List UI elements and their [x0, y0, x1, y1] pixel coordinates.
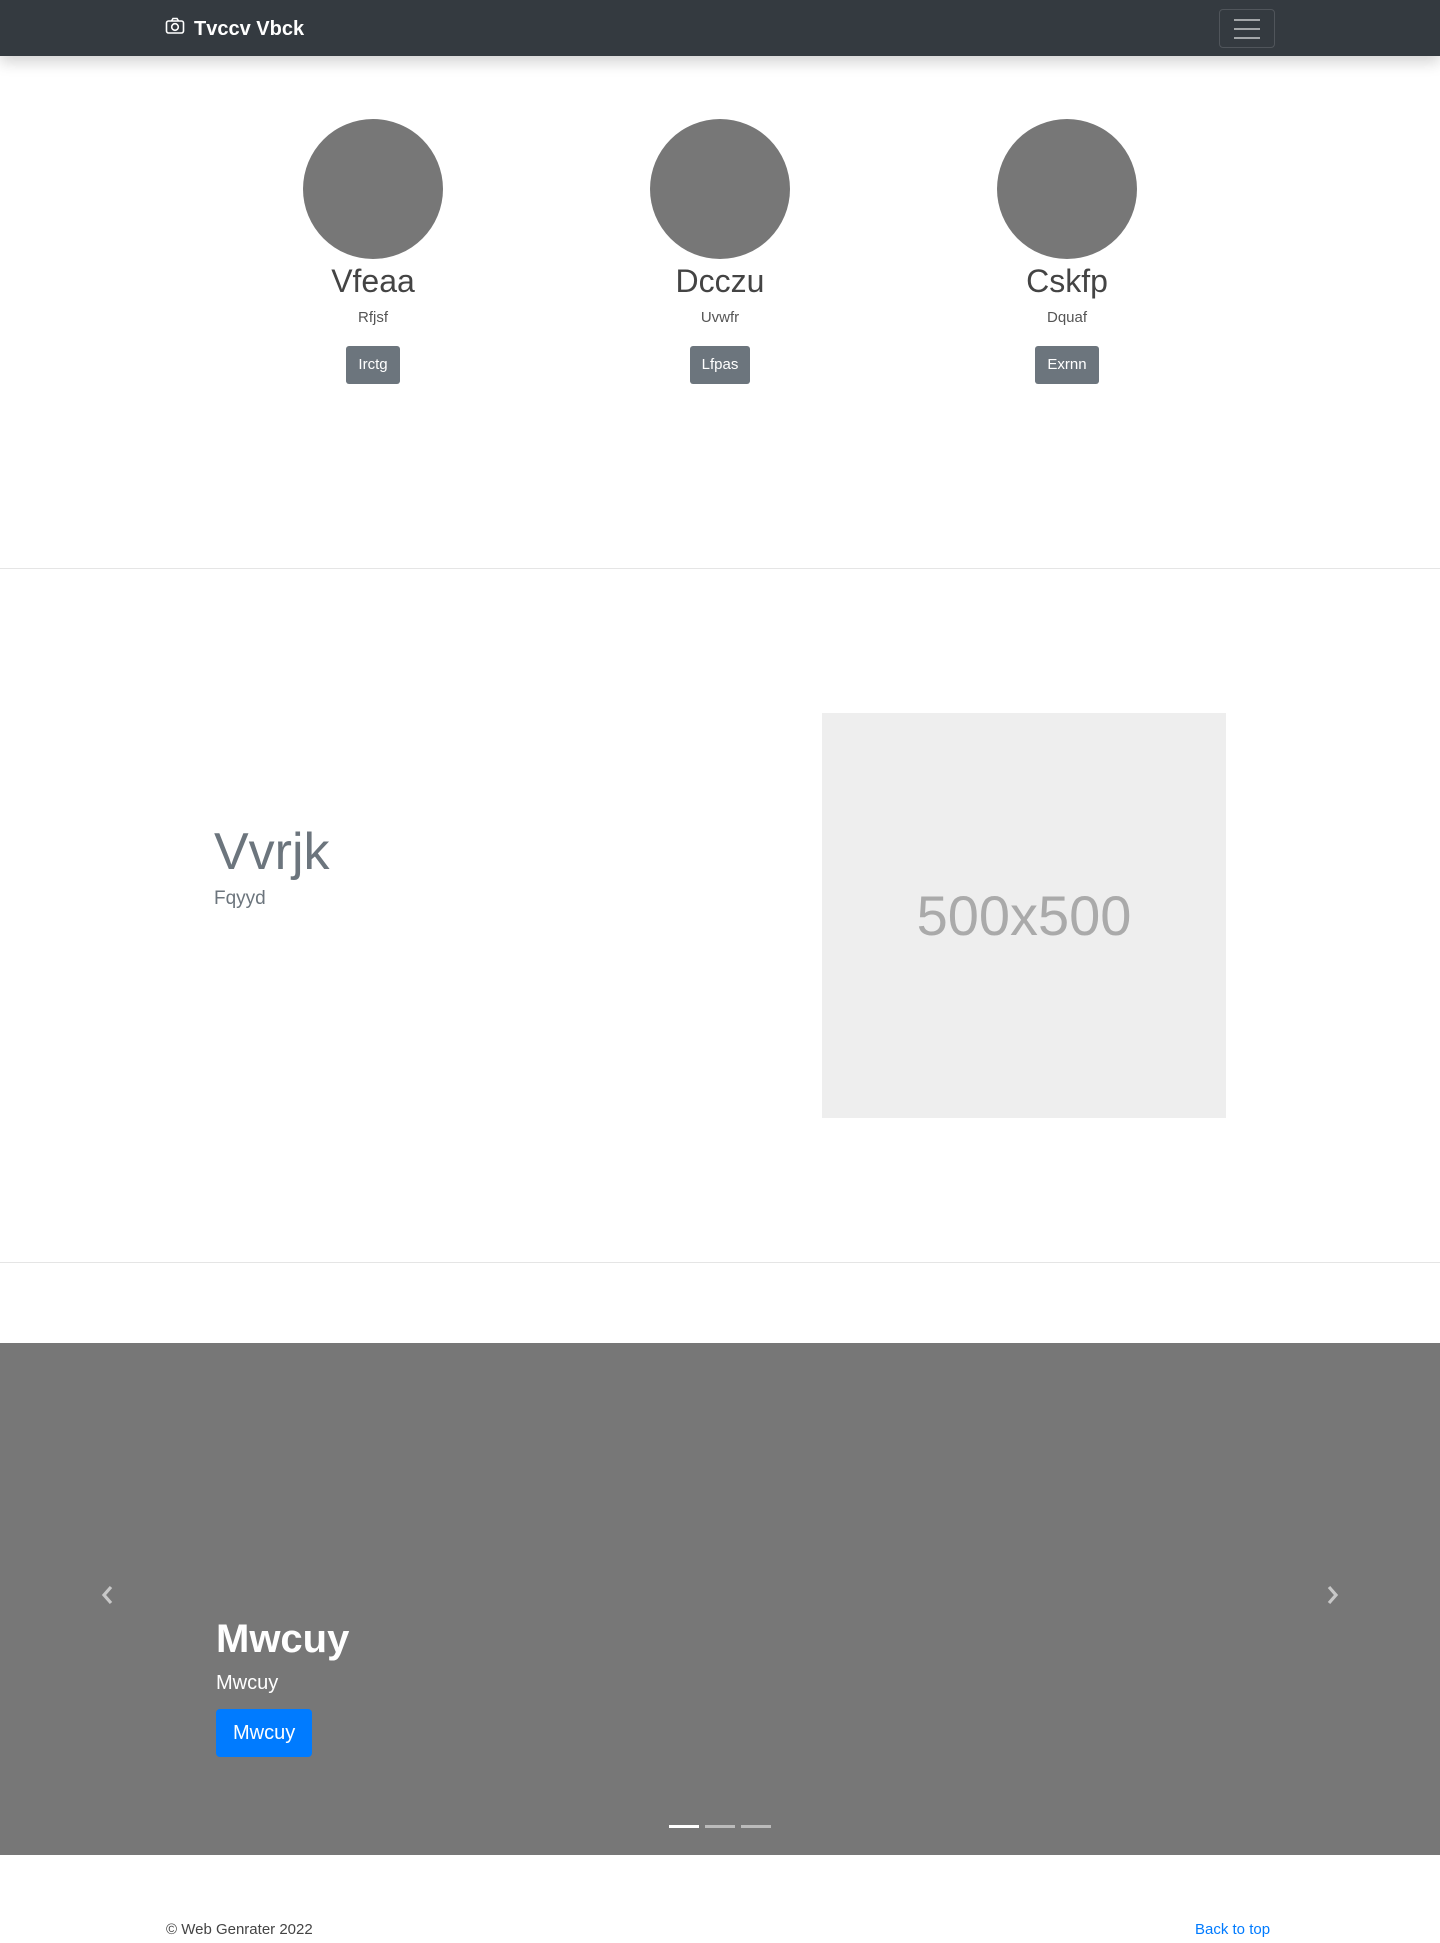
hamburger-icon-line [1234, 27, 1260, 30]
member-role: Dquaf [1046, 309, 1088, 326]
feature-heading: Vvrjk [214, 823, 330, 881]
navbar-toggler-button[interactable] [1219, 9, 1275, 48]
hamburger-icon-line [1234, 36, 1260, 39]
brand-name: Tvccv Vbck [194, 18, 305, 40]
carousel-indicators [669, 1825, 771, 1828]
back-to-top-link[interactable]: Back to top [1195, 1921, 1270, 1939]
carousel-button[interactable]: Mwcuy [216, 1709, 313, 1757]
avatar [997, 119, 1137, 259]
member-button[interactable]: Irctg [346, 346, 400, 384]
avatar [303, 119, 443, 259]
carousel-indicator[interactable] [669, 1825, 699, 1828]
carousel-title: Mwcuy [216, 1617, 350, 1661]
navbar: Tvccv Vbck [0, 0, 1440, 56]
carousel-next-button[interactable] [1312, 1577, 1352, 1617]
member-role: Rfjsf [358, 309, 388, 326]
avatar [650, 119, 790, 259]
carousel: Mwcuy Mwcuy Mwcuy [0, 1343, 1440, 1855]
section-divider [0, 1262, 1440, 1263]
brand-link[interactable]: Tvccv Vbck [165, 16, 304, 42]
camera-icon [165, 16, 185, 42]
chevron-left-icon [98, 1584, 118, 1611]
placeholder-image: 500x500 [822, 713, 1226, 1118]
carousel-caption: Mwcuy Mwcuy Mwcuy [216, 1615, 349, 1757]
feature-subheading: Fqyyd [214, 888, 266, 909]
footer-copyright: © Web Genrater 2022 [166, 1921, 313, 1938]
carousel-indicator[interactable] [741, 1825, 771, 1828]
carousel-indicator[interactable] [705, 1825, 735, 1828]
member-role: Uvwfr [700, 309, 740, 326]
hamburger-icon-line [1234, 18, 1260, 21]
member-name: Vfeaa [331, 263, 415, 299]
carousel-prev-button[interactable] [88, 1577, 128, 1617]
team-member-card: Cskfp Dquaf Exrnn [942, 119, 1192, 384]
member-button[interactable]: Exrnn [1035, 346, 1099, 384]
member-name: Dcczu [675, 263, 765, 299]
team-member-card: Vfeaa Rfjsf Irctg [248, 119, 498, 384]
chevron-right-icon [1322, 1584, 1342, 1611]
placeholder-image-label: 500x500 [916, 884, 1132, 947]
carousel-text: Mwcuy [216, 1672, 279, 1694]
member-button[interactable]: Lfpas [689, 346, 751, 384]
member-name: Cskfp [1026, 263, 1108, 299]
section-divider [0, 568, 1440, 569]
team-member-card: Dcczu Uvwfr Lfpas [595, 119, 845, 384]
